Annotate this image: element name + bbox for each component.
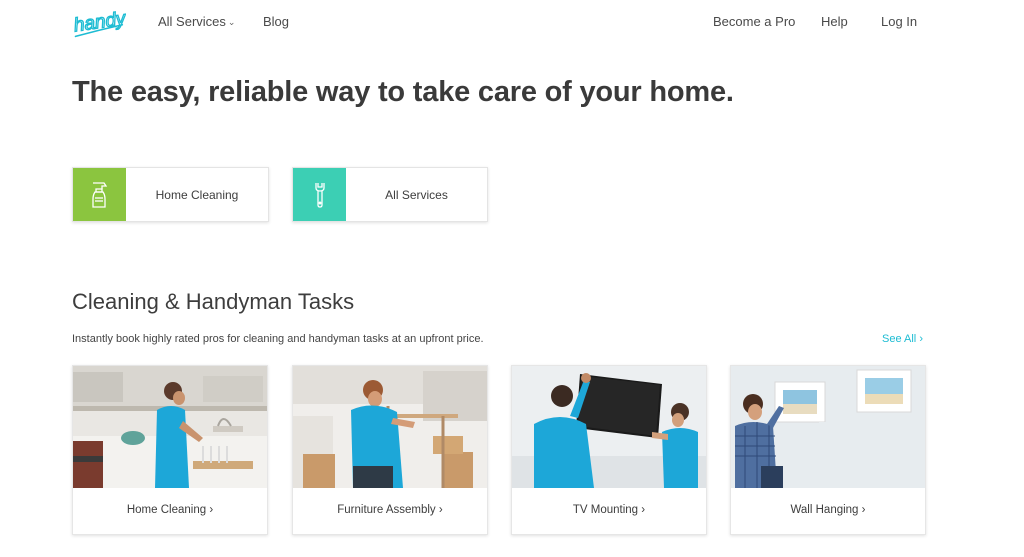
nav-all-services-label: All Services bbox=[158, 14, 226, 29]
task-card-label-text: Wall Hanging bbox=[790, 504, 859, 516]
nav-help[interactable]: Help bbox=[821, 14, 848, 29]
task-card-label: Home Cleaning › bbox=[73, 504, 267, 516]
section-subtitle: Instantly book highly rated pros for cle… bbox=[72, 333, 484, 345]
task-card-home-cleaning[interactable]: Home Cleaning › bbox=[72, 365, 268, 535]
task-card-label-text: Furniture Assembly bbox=[337, 504, 436, 516]
home-cleaning-photo bbox=[73, 366, 267, 488]
chevron-right-icon: › bbox=[641, 504, 646, 516]
wall-hanging-photo bbox=[731, 366, 925, 488]
nav-all-services[interactable]: All Services ⌄ bbox=[158, 14, 235, 29]
handy-logo[interactable]: handy bbox=[72, 6, 129, 42]
service-card-label: Home Cleaning bbox=[155, 187, 239, 202]
task-card-wall-hanging[interactable]: Wall Hanging › bbox=[730, 365, 926, 535]
nav-become-a-pro[interactable]: Become a Pro bbox=[713, 14, 795, 29]
see-all-label: See All bbox=[882, 333, 917, 345]
task-card-label: Furniture Assembly › bbox=[293, 504, 487, 516]
service-card-label: All Services bbox=[385, 187, 448, 202]
chevron-right-icon: › bbox=[209, 504, 214, 516]
logo-wordmark: handy bbox=[73, 8, 126, 36]
nav-blog[interactable]: Blog bbox=[263, 14, 289, 29]
service-card-home-cleaning[interactable]: Home Cleaning bbox=[72, 167, 269, 222]
furniture-assembly-photo bbox=[293, 366, 487, 488]
task-card-label: TV Mounting › bbox=[512, 504, 706, 516]
chevron-right-icon: › bbox=[919, 333, 923, 345]
section-title: Cleaning & Handyman Tasks bbox=[72, 289, 355, 314]
service-card-all-services[interactable]: All Services bbox=[292, 167, 488, 222]
wrench-icon bbox=[293, 168, 346, 221]
task-card-label-text: Home Cleaning bbox=[126, 504, 207, 516]
chevron-right-icon: › bbox=[861, 504, 866, 516]
tv-mounting-photo bbox=[512, 366, 706, 488]
chevron-down-icon: ⌄ bbox=[227, 17, 236, 27]
nav-log-in[interactable]: Log In bbox=[881, 14, 917, 29]
spray-bottle-icon bbox=[73, 168, 126, 221]
task-card-furniture-assembly[interactable]: Furniture Assembly › bbox=[292, 365, 488, 535]
chevron-right-icon: › bbox=[438, 504, 443, 516]
task-card-label: Wall Hanging › bbox=[731, 504, 925, 516]
page-title: The easy, reliable way to take care of y… bbox=[72, 76, 734, 108]
see-all-link[interactable]: See All › bbox=[882, 333, 923, 345]
task-card-label-text: TV Mounting bbox=[572, 504, 639, 516]
task-card-tv-mounting[interactable]: TV Mounting › bbox=[511, 365, 707, 535]
